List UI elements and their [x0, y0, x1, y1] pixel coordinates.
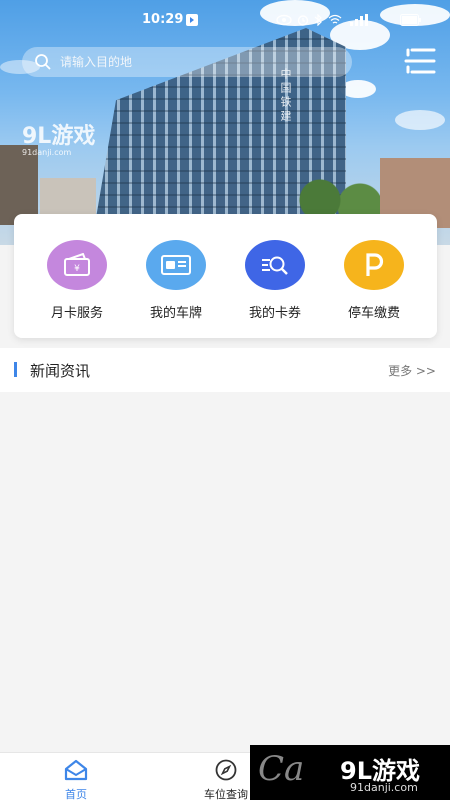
- search-bar[interactable]: [22, 47, 352, 77]
- service-monthly-card[interactable]: ¥ 月卡服务: [32, 240, 122, 321]
- tab-label: 首页: [65, 788, 87, 800]
- section-accent-bar: [14, 362, 17, 377]
- signal-icon: [350, 14, 368, 26]
- notification-icon: [186, 14, 198, 26]
- header-banner-image: 中国铁建 9L游戏 91danji.com: [0, 0, 450, 245]
- coupon-search-icon: [262, 256, 288, 275]
- eye-icon: [276, 14, 292, 26]
- status-bar: 10:29: [0, 12, 450, 30]
- corner-watermark: Ca 9L游戏 91danji.com: [250, 745, 450, 800]
- service-my-plate[interactable]: 我的车牌: [131, 240, 221, 321]
- parking-icon: [366, 253, 384, 276]
- bluetooth-icon: [314, 14, 322, 26]
- service-label: 我的车牌: [149, 306, 202, 321]
- search-input[interactable]: [60, 55, 320, 69]
- news-more-link[interactable]: 更多 >>: [388, 362, 436, 379]
- service-parking-payment[interactable]: 停车缴费: [329, 240, 419, 321]
- watermark-glyph: Ca: [258, 749, 305, 789]
- service-my-coupons[interactable]: 我的卡券: [230, 240, 320, 321]
- menu-icon[interactable]: [404, 47, 436, 75]
- wifi-icon: [328, 14, 342, 24]
- svg-text:¥: ¥: [74, 264, 80, 274]
- status-time: 10:29: [142, 12, 184, 27]
- watermark-logo: 9L游戏 91danji.com: [22, 124, 96, 157]
- service-icon-bg: [146, 240, 206, 290]
- wallet-icon: ¥: [64, 253, 90, 276]
- news-title: 新闻资讯: [30, 362, 91, 380]
- home-icon: [64, 759, 88, 781]
- service-icon-bg: [344, 240, 404, 290]
- tab-home[interactable]: 首页: [36, 759, 116, 800]
- service-label: 我的卡券: [248, 306, 301, 321]
- search-icon: [35, 54, 51, 70]
- news-section-header: 新闻资讯 更多 >>: [0, 348, 450, 392]
- license-plate-icon: [161, 255, 191, 275]
- compass-icon: [215, 759, 237, 781]
- services-card: ¥ 月卡服务 我的车牌 我的卡券 停车缴费: [14, 214, 437, 338]
- alarm-icon: [297, 15, 309, 26]
- watermark-site: 91danji.com: [350, 781, 418, 794]
- service-label: 停车缴费: [347, 306, 400, 321]
- service-label: 月卡服务: [50, 306, 103, 321]
- battery-icon: [400, 14, 421, 26]
- service-icon-bg: ¥: [47, 240, 107, 290]
- service-icon-bg: [245, 240, 305, 290]
